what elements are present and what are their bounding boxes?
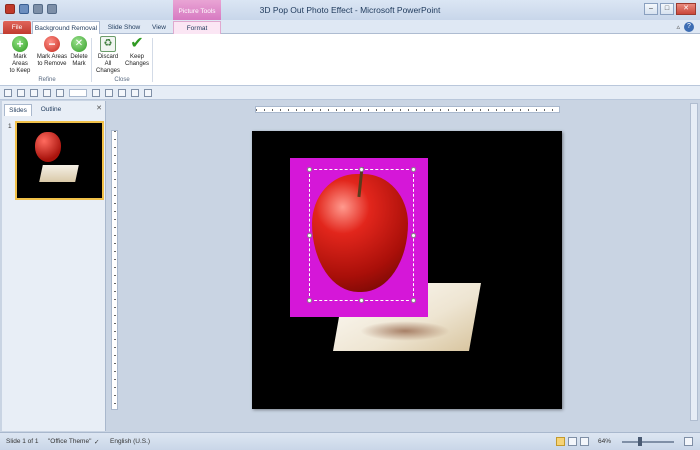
tab-background-removal[interactable]: Background Removal — [32, 21, 100, 34]
textbox-icon[interactable] — [118, 88, 126, 97]
slide-canvas[interactable] — [252, 131, 562, 409]
tab-slides[interactable]: Slides — [4, 104, 32, 116]
rectangle-icon[interactable] — [92, 88, 100, 97]
thumbnail-photo-card — [39, 165, 79, 182]
ribbon-separator — [91, 38, 92, 82]
plus-icon: + — [12, 36, 28, 52]
help-icon[interactable]: ? — [684, 22, 694, 32]
tab-format[interactable]: Format — [173, 21, 221, 34]
resize-handle[interactable] — [359, 167, 364, 172]
language[interactable]: English (U.S.) — [110, 438, 150, 445]
resize-handle[interactable] — [411, 233, 416, 238]
discard-icon: ♻ — [100, 36, 116, 52]
normal-view-icon[interactable] — [556, 437, 565, 446]
mark-remove-label-line1: Mark Areas — [36, 54, 68, 60]
zoom-slider[interactable] — [622, 441, 674, 443]
vertical-scrollbar[interactable] — [690, 103, 698, 421]
title-bar: Picture Tools 3D Pop Out Photo Effect - … — [0, 0, 700, 20]
resize-handle[interactable] — [411, 298, 416, 303]
minimize-button[interactable]: – — [644, 3, 658, 15]
drawing-toolbar — [0, 86, 700, 100]
resize-handle[interactable] — [307, 298, 312, 303]
tab-view[interactable]: View — [146, 21, 172, 34]
slides-pane-tabs: Slides Outline ✕ — [2, 104, 106, 116]
keep-label-line2: Changes — [124, 61, 150, 67]
discard-all-changes-button[interactable]: ♻ Discard All Changes — [94, 36, 122, 75]
delete-mark-button[interactable]: ✕ Delete Mark — [69, 36, 89, 68]
fit-to-window-icon[interactable] — [684, 437, 693, 446]
mark-areas-to-keep-button[interactable]: + Mark Areas to Keep — [5, 36, 35, 75]
slides-pane: Slides Outline ✕ 1 — [2, 101, 106, 431]
powerpoint-window: Picture Tools 3D Pop Out Photo Effect - … — [0, 0, 700, 450]
window-title: 3D Pop Out Photo Effect - Microsoft Powe… — [259, 5, 441, 15]
keep-area-marquee[interactable] — [309, 169, 414, 301]
minus-icon: − — [44, 36, 60, 52]
resize-handle[interactable] — [307, 233, 312, 238]
discard-label-line2: Changes — [95, 68, 121, 74]
ribbon: + Mark Areas to Keep − Mark Areas to Rem… — [0, 34, 700, 86]
slide-number: 1 — [8, 123, 12, 130]
group-refine-label: Refine — [38, 77, 56, 83]
window-controls: – □ ✕ — [644, 3, 696, 15]
edit-icon[interactable] — [144, 88, 152, 97]
resize-handle[interactable] — [411, 167, 416, 172]
reading-view-icon[interactable] — [580, 437, 589, 446]
slide-editing-area — [108, 101, 700, 431]
slide-thumbnail[interactable] — [15, 121, 104, 200]
arrange-icon[interactable] — [131, 88, 139, 97]
fill-icon[interactable] — [30, 88, 38, 97]
slide-count: Slide 1 of 1 — [6, 438, 39, 445]
ribbon-tabs: File Background Removal Slide Show View … — [0, 20, 700, 34]
resize-handle[interactable] — [307, 167, 312, 172]
ribbon-minimize-icon[interactable]: ▵ — [676, 23, 680, 31]
outline-icon[interactable] — [43, 88, 51, 97]
thumbnail-apple-image — [35, 132, 61, 162]
delete-mark-label-line2: Mark — [72, 61, 86, 67]
status-bar: Slide 1 of 1 "Office Theme" ✓ English (U… — [0, 432, 700, 450]
font-size-dropdown[interactable] — [69, 88, 87, 97]
keep-changes-button[interactable]: ✔ Keep Changes — [124, 36, 150, 68]
font-color-icon[interactable] — [17, 88, 25, 97]
mark-areas-to-remove-button[interactable]: − Mark Areas to Remove — [36, 36, 68, 68]
mark-remove-label-line2: to Remove — [37, 61, 67, 67]
vertical-ruler — [111, 130, 118, 410]
slide-sorter-icon[interactable] — [568, 437, 577, 446]
close-button[interactable]: ✕ — [676, 3, 696, 15]
tab-file[interactable]: File — [3, 21, 31, 34]
spellcheck-icon[interactable]: ✓ — [94, 438, 99, 446]
picture-icon[interactable] — [56, 88, 64, 97]
check-icon: ✔ — [130, 35, 144, 52]
group-close-label: Close — [114, 77, 130, 83]
card-shadow — [360, 321, 450, 341]
horizontal-ruler — [255, 106, 560, 113]
zoom-slider-knob[interactable] — [638, 437, 642, 446]
theme-name: "Office Theme" — [48, 438, 92, 445]
tab-slide-show[interactable]: Slide Show — [104, 21, 144, 34]
tab-outline[interactable]: Outline — [34, 104, 68, 116]
close-icon[interactable]: ✕ — [96, 104, 102, 112]
eraser-icon: ✕ — [71, 36, 87, 52]
mark-keep-label-line2: to Keep — [9, 68, 31, 74]
delete-mark-label-line1: Delete — [70, 54, 88, 60]
ribbon-separator — [152, 38, 153, 82]
keep-label-line1: Keep — [129, 54, 144, 60]
resize-handle[interactable] — [359, 298, 364, 303]
line-icon[interactable] — [105, 88, 113, 97]
discard-label-line1: Discard All — [97, 54, 119, 67]
mark-keep-label-line1: Mark Areas — [12, 54, 28, 67]
layout-icon[interactable] — [4, 88, 12, 97]
zoom-level[interactable]: 64% — [598, 438, 611, 445]
maximize-button[interactable]: □ — [660, 3, 674, 15]
